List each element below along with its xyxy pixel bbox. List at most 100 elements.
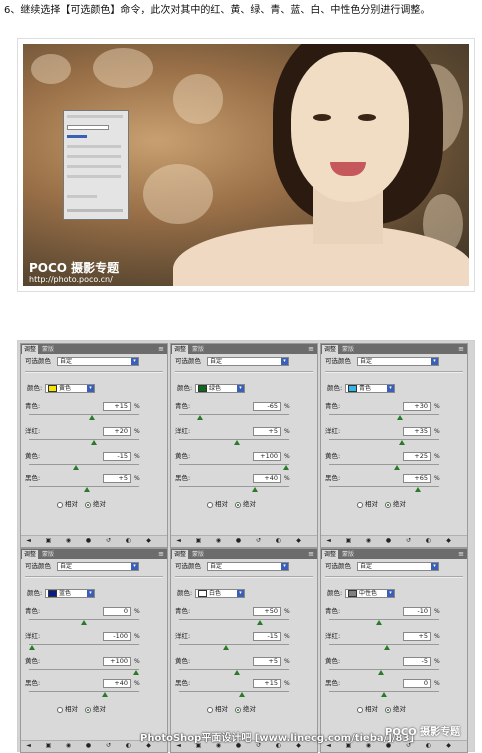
magenta-value-field[interactable]: -100 — [103, 632, 131, 641]
black-slider-thumb[interactable] — [102, 692, 108, 697]
back-icon[interactable]: ◄ — [25, 743, 32, 749]
tab-adjust[interactable]: 调整 — [22, 550, 39, 559]
cyan-value-field[interactable]: -65 — [253, 402, 281, 411]
black-value-field[interactable]: +15 — [253, 679, 281, 688]
layer-icon[interactable]: ▣ — [345, 538, 352, 544]
yellow-slider-thumb[interactable] — [73, 465, 79, 470]
relative-radio[interactable] — [57, 502, 63, 508]
yellow-value-field[interactable]: +25 — [403, 452, 431, 461]
cyan-slider-track[interactable] — [329, 619, 439, 620]
cyan-slider-track[interactable] — [179, 619, 289, 620]
yellow-slider-track[interactable] — [329, 464, 439, 465]
yellow-slider-thumb[interactable] — [133, 670, 139, 675]
visibility-icon[interactable]: ◐ — [125, 538, 132, 544]
magenta-value-field[interactable]: +5 — [403, 632, 431, 641]
black-slider-track[interactable] — [29, 691, 139, 692]
delete-icon[interactable]: ◆ — [145, 538, 152, 544]
tab-mask[interactable]: 蒙版 — [340, 345, 356, 354]
eye-icon[interactable]: ◉ — [365, 538, 372, 544]
mask-icon[interactable]: ● — [85, 743, 92, 749]
preset-select[interactable]: 自定 ▾ — [357, 562, 439, 571]
magenta-slider-thumb[interactable] — [399, 440, 405, 445]
reset-icon[interactable]: ↺ — [405, 538, 412, 544]
black-slider-thumb[interactable] — [239, 692, 245, 697]
color-select[interactable]: 蓝色 ▾ — [45, 589, 95, 598]
preset-select[interactable]: 自定 ▾ — [207, 562, 289, 571]
visibility-icon[interactable]: ◐ — [275, 538, 282, 544]
cyan-slider-thumb[interactable] — [257, 620, 263, 625]
absolute-radio[interactable] — [385, 707, 391, 713]
magenta-value-field[interactable]: +35 — [403, 427, 431, 436]
magenta-slider-thumb[interactable] — [234, 440, 240, 445]
relative-radio[interactable] — [207, 707, 213, 713]
tab-mask[interactable]: 蒙版 — [190, 550, 206, 559]
color-select[interactable]: 中性色 ▾ — [345, 589, 395, 598]
yellow-slider-thumb[interactable] — [394, 465, 400, 470]
panel-menu-icon[interactable]: ≡ — [158, 345, 164, 353]
magenta-slider-thumb[interactable] — [29, 645, 35, 650]
black-slider-track[interactable] — [179, 486, 289, 487]
cyan-value-field[interactable]: -10 — [403, 607, 431, 616]
visibility-icon[interactable]: ◐ — [125, 743, 132, 749]
magenta-slider-track[interactable] — [179, 644, 289, 645]
visibility-icon[interactable]: ◐ — [425, 743, 432, 749]
mask-icon[interactable]: ● — [385, 538, 392, 544]
magenta-slider-thumb[interactable] — [384, 645, 390, 650]
black-slider-track[interactable] — [179, 691, 289, 692]
tab-adjust[interactable]: 调整 — [22, 345, 39, 354]
cyan-value-field[interactable]: +30 — [403, 402, 431, 411]
cyan-slider-track[interactable] — [329, 414, 439, 415]
magenta-value-field[interactable]: -15 — [253, 632, 281, 641]
cyan-value-field[interactable]: +15 — [103, 402, 131, 411]
black-slider-track[interactable] — [329, 486, 439, 487]
relative-radio[interactable] — [207, 502, 213, 508]
cyan-slider-thumb[interactable] — [197, 415, 203, 420]
cyan-slider-track[interactable] — [179, 414, 289, 415]
cyan-slider-thumb[interactable] — [81, 620, 87, 625]
cyan-value-field[interactable]: +50 — [253, 607, 281, 616]
delete-icon[interactable]: ◆ — [445, 743, 452, 749]
preset-select[interactable]: 自定 ▾ — [57, 562, 139, 571]
layer-icon[interactable]: ▣ — [45, 538, 52, 544]
black-value-field[interactable]: +40 — [253, 474, 281, 483]
color-select[interactable]: 绿色 ▾ — [195, 384, 245, 393]
panel-menu-icon[interactable]: ≡ — [158, 550, 164, 558]
magenta-slider-track[interactable] — [329, 439, 439, 440]
black-slider-thumb[interactable] — [415, 487, 421, 492]
preset-select[interactable]: 自定 ▾ — [357, 357, 439, 366]
black-value-field[interactable]: +40 — [103, 679, 131, 688]
color-select[interactable]: 黄色 ▾ — [45, 384, 95, 393]
yellow-slider-track[interactable] — [29, 669, 139, 670]
yellow-slider-track[interactable] — [329, 669, 439, 670]
panel-menu-icon[interactable]: ≡ — [308, 345, 314, 353]
yellow-slider-thumb[interactable] — [283, 465, 289, 470]
black-value-field[interactable]: +65 — [403, 474, 431, 483]
relative-radio[interactable] — [57, 707, 63, 713]
tab-adjust[interactable]: 调整 — [322, 345, 339, 354]
cyan-slider-thumb[interactable] — [376, 620, 382, 625]
reset-icon[interactable]: ↺ — [105, 743, 112, 749]
panel-menu-icon[interactable]: ≡ — [458, 550, 464, 558]
yellow-value-field[interactable]: +5 — [253, 657, 281, 666]
tab-mask[interactable]: 蒙版 — [40, 345, 56, 354]
tab-adjust[interactable]: 调整 — [172, 550, 189, 559]
magenta-slider-track[interactable] — [29, 439, 139, 440]
yellow-slider-track[interactable] — [29, 464, 139, 465]
reset-icon[interactable]: ↺ — [105, 538, 112, 544]
delete-icon[interactable]: ◆ — [445, 538, 452, 544]
magenta-slider-thumb[interactable] — [223, 645, 229, 650]
tab-mask[interactable]: 蒙版 — [190, 345, 206, 354]
mask-icon[interactable]: ● — [85, 538, 92, 544]
preset-select[interactable]: 自定 ▾ — [57, 357, 139, 366]
tab-adjust[interactable]: 调整 — [172, 345, 189, 354]
yellow-slider-track[interactable] — [179, 464, 289, 465]
eye-icon[interactable]: ◉ — [65, 743, 72, 749]
visibility-icon[interactable]: ◐ — [425, 538, 432, 544]
yellow-value-field[interactable]: -15 — [103, 452, 131, 461]
yellow-value-field[interactable]: +100 — [253, 452, 281, 461]
delete-icon[interactable]: ◆ — [295, 538, 302, 544]
relative-radio[interactable] — [357, 707, 363, 713]
black-slider-thumb[interactable] — [252, 487, 258, 492]
panel-menu-icon[interactable]: ≡ — [458, 345, 464, 353]
yellow-slider-thumb[interactable] — [378, 670, 384, 675]
